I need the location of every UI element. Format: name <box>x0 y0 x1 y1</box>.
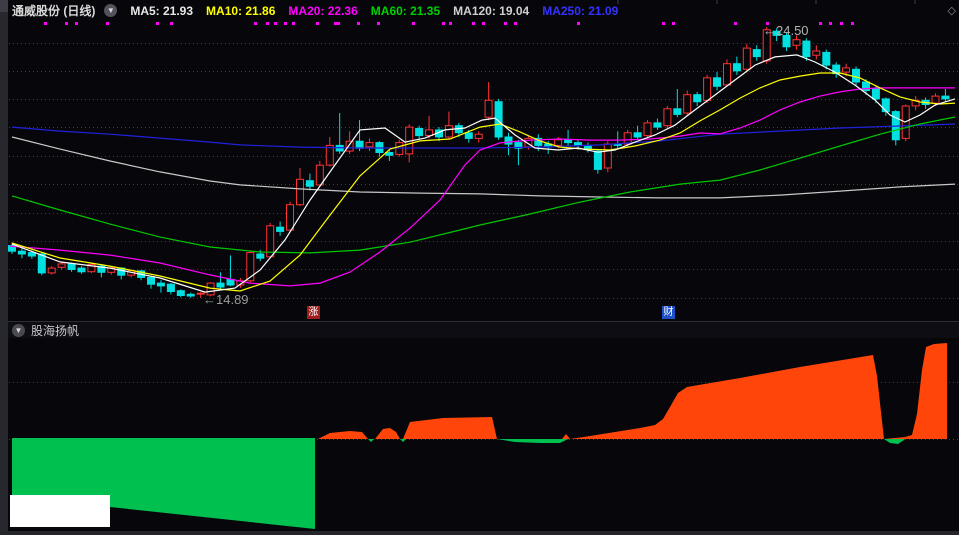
event-badge-zhang[interactable]: 涨 <box>307 306 320 319</box>
chevron-down-icon[interactable]: ▼ <box>12 323 25 337</box>
subpanel-header: ▼ 股海扬帆 <box>8 321 959 338</box>
event-badge-cai[interactable]: 财 <box>662 306 675 319</box>
white-overlay-box <box>10 495 110 527</box>
ma10-legend: MA10: 21.86 <box>206 3 276 18</box>
ma60-legend: MA60: 21.35 <box>370 3 441 18</box>
ma20-legend: MA20: 22.36 <box>288 3 358 18</box>
chevron-down-icon[interactable]: ▼ <box>104 4 118 17</box>
ma120-legend: MA120: 19.04 <box>453 3 530 18</box>
high-price-label: ←24.50 <box>763 23 809 38</box>
main-chart-area[interactable] <box>8 21 959 321</box>
window-left-edge <box>0 0 8 535</box>
diamond-icon[interactable]: ◇ <box>948 4 956 17</box>
indicator-title: 股海扬帆 <box>31 323 80 338</box>
low-price-label: ←14.89 <box>203 292 249 307</box>
app-window: 通威股份 (日线) ▼ MA5: 21.93 MA10: 21.86 MA20:… <box>0 0 959 535</box>
window-corner <box>0 0 8 12</box>
window-bottom-edge <box>0 531 959 535</box>
chart-titlebar: 通威股份 (日线) ▼ MA5: 21.93 MA10: 21.86 MA20:… <box>8 0 959 21</box>
stock-title: 通威股份 (日线) <box>12 4 96 18</box>
ma5-legend: MA5: 21.93 <box>130 3 194 18</box>
ma250-legend: MA250: 21.09 <box>542 3 619 18</box>
sub-chart-area[interactable] <box>8 338 959 531</box>
